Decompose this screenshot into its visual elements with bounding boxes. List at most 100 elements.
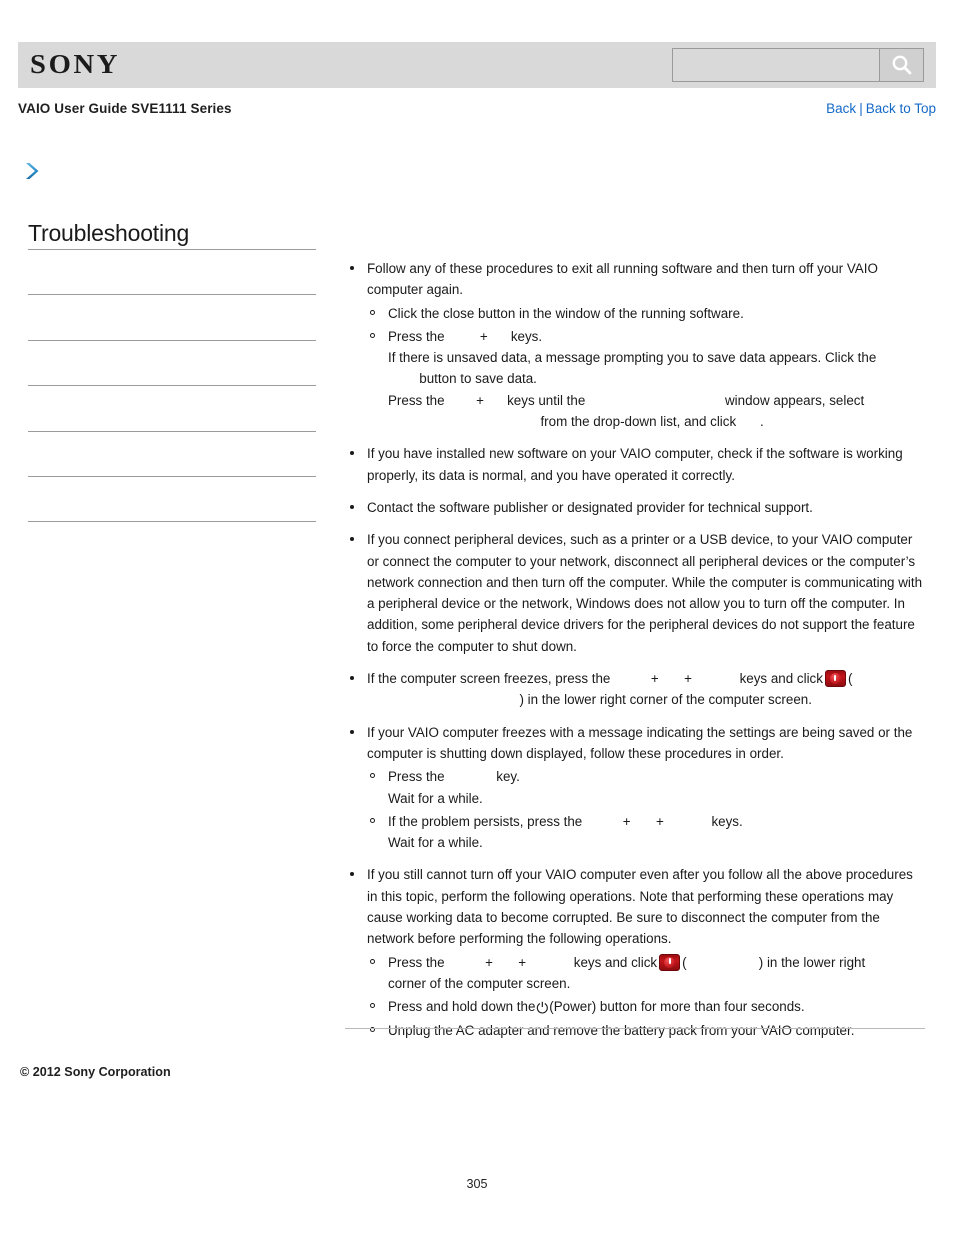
sidebar-item-5[interactable] bbox=[28, 475, 316, 521]
b7-s1-shutdown-label: Shut down bbox=[690, 955, 758, 970]
list-item: If you have installed new software on yo… bbox=[345, 443, 925, 486]
b6-line1: If your VAIO computer freezes with a mes… bbox=[367, 724, 890, 740]
sony-logo: SONY bbox=[30, 49, 121, 79]
b1-s2-line5-ok: OK bbox=[740, 414, 760, 429]
b1-s2-line4-c: window appears, select bbox=[725, 392, 865, 408]
power-tray-icon[interactable] bbox=[659, 953, 681, 971]
b1-s2-line3: Savebutton to save data. bbox=[388, 368, 925, 389]
b1-s2-plus: + bbox=[479, 328, 488, 344]
b1-s2-line2: If there is unsaved data, a message prom… bbox=[388, 350, 877, 366]
page-number: 305 bbox=[466, 1177, 488, 1191]
b1-s2-b: keys. bbox=[510, 328, 543, 344]
sidebar-item-4[interactable] bbox=[28, 430, 316, 476]
nav-separator: | bbox=[859, 101, 863, 116]
b7-s2-b: (Power) button for more than four second… bbox=[549, 999, 805, 1015]
b7-s1-plus2: + bbox=[518, 954, 527, 970]
b1-s2-line5: Shut downfrom the drop-down list, and cl… bbox=[388, 411, 925, 432]
b7-s1-key1: Ctrl bbox=[458, 955, 481, 970]
back-to-top-link[interactable]: Back to Top bbox=[866, 101, 936, 116]
sidebar-item-1[interactable] bbox=[28, 294, 316, 339]
list-item: If the computer screen freezes, press th… bbox=[345, 668, 925, 711]
b7-s2-a: Press and hold down the bbox=[388, 999, 536, 1015]
b6-s2-key3: Delete bbox=[668, 814, 708, 829]
search-input[interactable] bbox=[673, 49, 879, 81]
b6-s1-line2: Wait for a while. bbox=[388, 790, 483, 806]
b1-s2-key2: F4 bbox=[491, 329, 507, 344]
b1-s2-line4-key1: Alt bbox=[455, 393, 473, 408]
main-content: Follow any of these procedures to exit a… bbox=[345, 258, 925, 1052]
list-item: Contact the software publisher or design… bbox=[345, 497, 925, 518]
b1-s2-line4-window: Shut Down Windows bbox=[589, 393, 721, 408]
b5-key2: Alt bbox=[662, 671, 680, 686]
list-item: Press and hold down the⏻(Power) button f… bbox=[367, 996, 925, 1017]
list-item: If you still cannot turn off your VAIO c… bbox=[345, 864, 925, 1040]
search-box[interactable] bbox=[672, 48, 924, 82]
sidebar-nav bbox=[28, 249, 316, 567]
power-tray-icon[interactable] bbox=[824, 670, 846, 688]
b5-shutdown-label: Shut down bbox=[451, 692, 519, 707]
b5-line2: Shut down) in the lower right corner of … bbox=[367, 689, 925, 710]
b1-s2-line4: Press the Alt + F4 keys until the Shut Do… bbox=[388, 390, 925, 411]
list-item: Press the Alt + F4 keys. If there is uns… bbox=[367, 326, 925, 432]
search-button[interactable] bbox=[879, 49, 923, 81]
b1-s2-line5-b: . bbox=[760, 414, 764, 430]
b6-s1-b: key. bbox=[496, 769, 520, 785]
b1-s2-savebtn: Save bbox=[388, 371, 419, 386]
b1-s1: Click the close button in the window of … bbox=[388, 305, 744, 321]
b7-s1-b: keys and click bbox=[573, 954, 658, 970]
b5-plus2: + bbox=[684, 671, 692, 687]
b7-s1-plus1: + bbox=[485, 954, 493, 970]
b1-s2-line4-plus: + bbox=[476, 392, 484, 408]
b7-line1: If you still cannot turn off your VAIO c… bbox=[367, 867, 843, 883]
sub-list: Press the Enter key. Wait for a while. I… bbox=[367, 766, 925, 853]
b1-s2-line5-sel: Shut down bbox=[472, 414, 540, 429]
b7-s1-paren-open: ( bbox=[682, 954, 687, 970]
list-item: Press the Ctrl + Alt + Delete keys and c… bbox=[367, 952, 925, 995]
title-row: VAIO User Guide SVE1111 Series Back | Back… bbox=[18, 101, 936, 121]
b5-line2-a: ) in the lower right corner of the compu… bbox=[519, 692, 812, 708]
list-item: Unplug the AC adapter and remove the bat… bbox=[367, 1020, 925, 1041]
b1-line1: Follow any of these procedures to exit a… bbox=[367, 261, 878, 276]
search-icon bbox=[890, 53, 914, 77]
power-button-icon: ⏻ bbox=[536, 1000, 549, 1018]
content-bottom-divider bbox=[345, 1028, 925, 1029]
b7-s3: Unplug the AC adapter and remove the bat… bbox=[388, 1022, 855, 1038]
b5-line1-a: If the computer screen freezes, press th… bbox=[367, 671, 611, 687]
b5-line1-b: keys and click bbox=[739, 671, 823, 687]
b6-s1-key: Enter bbox=[458, 769, 492, 784]
sidebar-item-2[interactable] bbox=[28, 339, 316, 385]
page-title: Troubleshooting bbox=[28, 220, 190, 246]
list-item: Click the close button in the window of … bbox=[367, 303, 925, 324]
b6-s2-key2: Alt bbox=[634, 814, 652, 829]
b1-s2-line4-b: keys until the bbox=[507, 392, 586, 408]
sidebar-item-6[interactable] bbox=[28, 521, 316, 566]
b6-s1-a: Press the bbox=[388, 769, 445, 785]
b6-s2-plus2: + bbox=[655, 813, 664, 829]
b7-s1-a: Press the bbox=[388, 954, 445, 970]
b6-s2-line2: Wait for a while. bbox=[388, 835, 483, 851]
b3-line1: Contact the software publisher or design… bbox=[367, 499, 813, 515]
b1-s2-key1: Alt bbox=[458, 329, 476, 344]
b1-s2-line3-b: button to save data. bbox=[419, 371, 537, 387]
b1-line2: computer again. bbox=[367, 282, 464, 298]
guide-title: VAIO User Guide SVE1111 Series bbox=[18, 101, 232, 116]
header-nav-links: Back | Back to Top bbox=[826, 101, 936, 116]
b6-s2-key1: Ctrl bbox=[596, 814, 619, 829]
b7-line5: operations. bbox=[605, 931, 672, 947]
back-link[interactable]: Back bbox=[826, 101, 856, 116]
b5-plus1: + bbox=[650, 671, 659, 687]
sub-list: Click the close button in the window of … bbox=[367, 303, 925, 433]
list-item: If your VAIO computer freezes with a mes… bbox=[345, 722, 925, 854]
b4-line1: If you connect peripheral devices, such … bbox=[367, 532, 853, 548]
b7-s1-key3: Delete bbox=[530, 955, 570, 970]
chevron-right-icon[interactable] bbox=[22, 160, 44, 182]
sidebar-item-3[interactable] bbox=[28, 385, 316, 430]
sidebar-item-0[interactable] bbox=[28, 249, 316, 294]
b6-s2-plus1: + bbox=[622, 813, 631, 829]
list-item: If the problem persists, press the Ctrl … bbox=[367, 811, 925, 854]
procedure-list: Follow any of these procedures to exit a… bbox=[345, 258, 925, 1041]
b5-paren-open: ( bbox=[847, 671, 853, 687]
b1-s2-a: Press the bbox=[388, 328, 445, 344]
b1-s2-line4-a: Press the bbox=[388, 392, 445, 408]
b7-s1-key2: Alt bbox=[497, 955, 515, 970]
